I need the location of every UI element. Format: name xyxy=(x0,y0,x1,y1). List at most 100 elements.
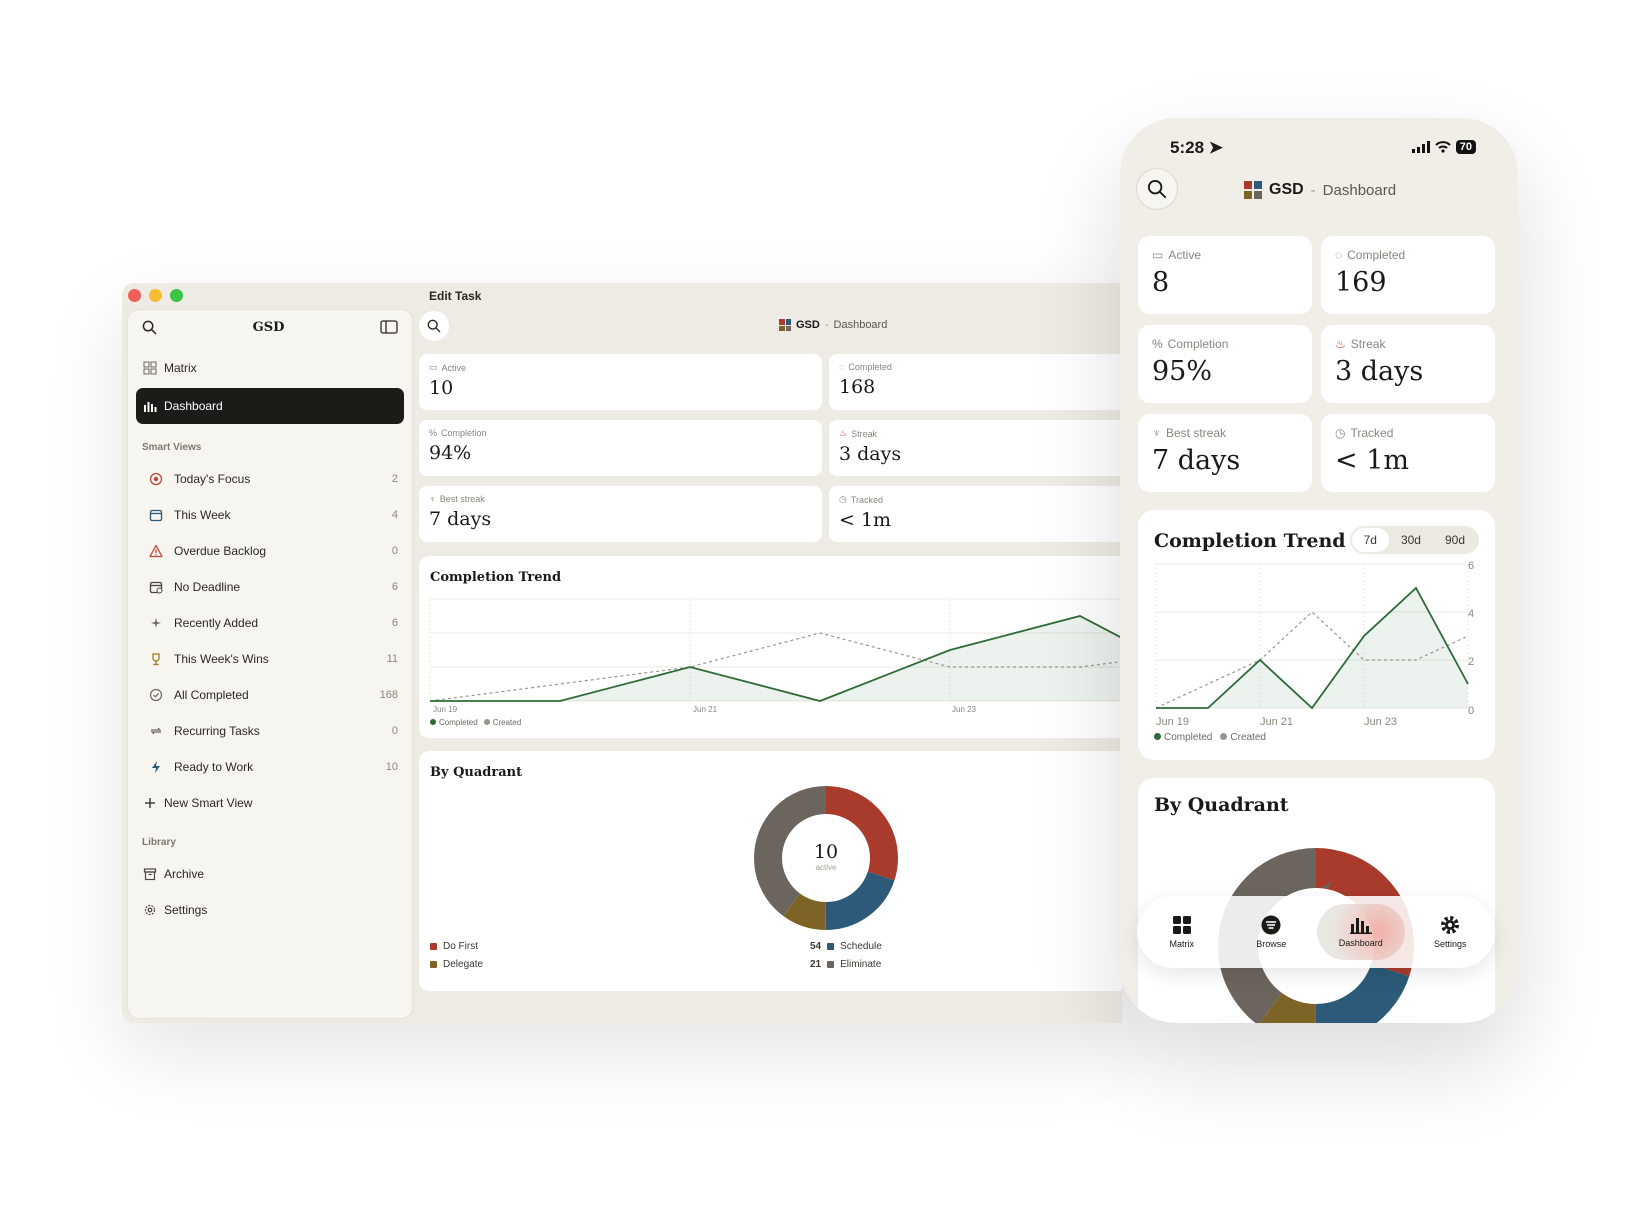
sidebar-item-todays-focus[interactable]: Today's Focus 2 xyxy=(128,461,412,497)
sidebar-item-label: Recurring Tasks xyxy=(174,724,260,738)
check-circle-icon xyxy=(148,687,164,703)
item-count: 4 xyxy=(391,509,398,521)
stat-card-completion: % Completion 95% xyxy=(1138,325,1312,403)
sidebar-item-label: Ready to Work xyxy=(174,760,254,774)
x-tick-label: Jun 21 xyxy=(1260,716,1294,728)
legend-label: Do First xyxy=(443,941,478,952)
search-icon xyxy=(427,319,441,333)
sidebar-toggle-icon[interactable] xyxy=(380,320,398,334)
tab-browse[interactable]: Browse xyxy=(1227,904,1315,960)
stat-card-streak: ♨ Streak 3 days xyxy=(829,420,1122,476)
stat-value: 7 days xyxy=(1152,445,1241,476)
sidebar-item-this-week[interactable]: This Week 4 xyxy=(128,497,412,533)
tab-dashboard[interactable]: Dashboard xyxy=(1316,904,1405,960)
stat-label: Active xyxy=(1168,248,1202,262)
sidebar-item-label: This Week xyxy=(174,508,231,522)
sidebar-item-label: Dashboard xyxy=(164,399,223,413)
check-circle-icon: ◌ xyxy=(1335,248,1343,262)
stat-card-active: ▭ Active 8 xyxy=(1138,236,1312,314)
clock-icon: ◷ xyxy=(1335,426,1346,440)
range-90d-button[interactable]: 90d xyxy=(1433,528,1477,552)
panel-title: By Quadrant xyxy=(1154,794,1289,816)
stat-label: Streak xyxy=(851,428,878,439)
stat-label: Completion xyxy=(441,428,487,438)
donut-center: 10 active xyxy=(753,841,899,872)
page-title: GSD - Dashboard xyxy=(1244,181,1396,199)
sidebar-item-recently-added[interactable]: Recently Added 6 xyxy=(128,605,412,641)
range-7d-button[interactable]: 7d xyxy=(1351,528,1389,552)
gear-icon xyxy=(142,902,158,918)
sidebar-item-overdue-backlog[interactable]: Overdue Backlog 0 xyxy=(128,533,412,569)
stat-label: Tracked xyxy=(850,494,884,505)
sidebar-item-label: All Completed xyxy=(174,688,249,702)
search-button[interactable] xyxy=(419,311,449,341)
brand-name: GSD xyxy=(796,319,820,331)
range-30d-button[interactable]: 30d xyxy=(1389,528,1433,552)
new-smart-view-button[interactable]: New Smart View xyxy=(128,785,412,821)
battery-level: 70 xyxy=(1455,140,1476,154)
sidebar-item-no-deadline[interactable]: No Deadline 6 xyxy=(128,569,412,605)
sidebar: GSD Matrix Dashboard Smart Views Today's… xyxy=(127,309,413,1019)
page-title: GSD - Dashboard xyxy=(779,319,887,331)
tab-settings[interactable]: Settings xyxy=(1406,904,1494,960)
sidebar-item-this-weeks-wins[interactable]: This Week's Wins 11 xyxy=(128,641,412,677)
sidebar-item-all-completed[interactable]: All Completed 168 xyxy=(128,677,412,713)
legend-item-do-first: Do First xyxy=(430,941,478,952)
stat-label: Best streak xyxy=(439,494,485,504)
signal-icon xyxy=(1411,141,1430,153)
panel-title: Completion Trend xyxy=(430,570,562,585)
item-count: 168 xyxy=(379,689,398,701)
legend-label: Delegate xyxy=(443,959,484,970)
completion-trend-chart xyxy=(429,596,1122,702)
sidebar-item-recurring-tasks[interactable]: Recurring Tasks 0 xyxy=(128,713,412,749)
page-subtitle: Dashboard xyxy=(833,319,888,331)
flame-icon: ♨ xyxy=(839,428,848,438)
stat-value: < 1m xyxy=(839,509,892,531)
stat-value: 94% xyxy=(429,442,472,464)
inbox-icon: ▭ xyxy=(429,362,438,372)
search-button[interactable] xyxy=(1136,168,1178,210)
stat-label: Tracked xyxy=(1350,426,1394,440)
stat-label: Completed xyxy=(1347,248,1406,262)
sidebar-item-matrix[interactable]: Matrix xyxy=(128,350,412,386)
by-quadrant-panel: By Quadrant 10 active Do First Delegate … xyxy=(419,751,1122,991)
completed-area xyxy=(430,616,1122,701)
y-tick-label: 4 xyxy=(1468,608,1475,620)
close-window-button[interactable] xyxy=(128,289,141,302)
desktop-window: Edit Task GSD Matrix Dashboard Smart Vie… xyxy=(122,283,1122,1023)
app-logo-icon xyxy=(1244,181,1262,199)
legend-label: Eliminate xyxy=(840,959,882,970)
stat-card-completion: % Completion 94% xyxy=(419,420,822,476)
archive-icon xyxy=(142,866,158,882)
stat-value: 168 xyxy=(839,376,876,398)
sparkle-icon xyxy=(148,615,164,631)
sidebar-item-settings[interactable]: Settings xyxy=(128,892,412,928)
x-axis-labels: Jun 19 Jun 21 Jun 23 xyxy=(1138,716,1495,730)
legend-label: Completed xyxy=(439,718,478,727)
legend-label: Schedule xyxy=(840,941,882,952)
tab-matrix[interactable]: Matrix xyxy=(1138,904,1226,960)
completion-trend-panel: Completion Trend Jun 19 Jun 21 Jun 23 Co… xyxy=(419,556,1122,738)
completion-trend-panel: Completion Trend 7d 30d 90d 6 4 2 0 Jun … xyxy=(1138,510,1495,760)
completion-trend-chart xyxy=(1155,563,1469,710)
smart-views-heading: Smart Views xyxy=(142,442,202,453)
minimize-window-button[interactable] xyxy=(149,289,162,302)
sidebar-item-ready-to-work[interactable]: Ready to Work 10 xyxy=(128,749,412,785)
trophy-icon xyxy=(148,651,164,667)
tab-label: Matrix xyxy=(1169,939,1195,949)
sidebar-item-archive[interactable]: Archive xyxy=(128,856,412,892)
stat-card-tracked: ◷ Tracked < 1m xyxy=(1321,414,1495,492)
title-separator: - xyxy=(824,319,829,331)
stat-card-best-streak: ♆ Best streak 7 days xyxy=(419,486,822,542)
legend-label: Created xyxy=(492,718,522,727)
stat-value: 10 xyxy=(429,377,454,399)
zoom-window-button[interactable] xyxy=(170,289,183,302)
calendar-icon xyxy=(148,507,164,523)
search-icon[interactable] xyxy=(142,320,157,335)
item-count: 2 xyxy=(391,473,398,485)
chart-legend: Completed Created xyxy=(1154,732,1266,743)
legend-item-schedule: 54 Schedule xyxy=(810,941,882,952)
gear-icon xyxy=(1441,916,1460,934)
x-tick-label: Jun 23 xyxy=(1364,716,1398,728)
sidebar-item-dashboard[interactable]: Dashboard xyxy=(136,388,404,424)
